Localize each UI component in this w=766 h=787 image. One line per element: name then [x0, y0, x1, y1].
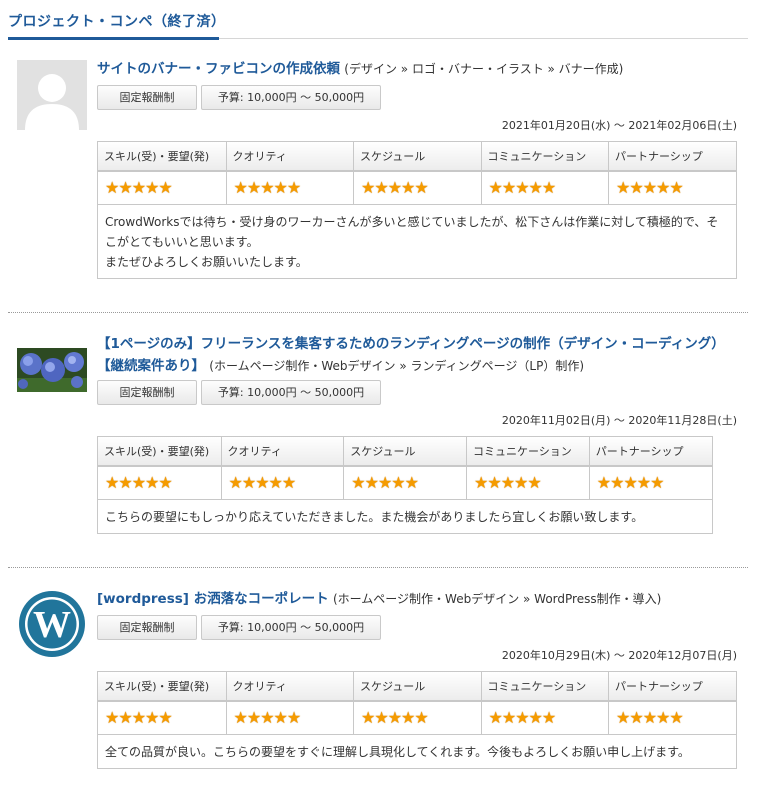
section-title-underline — [8, 37, 219, 40]
project-title-row: 【1ページのみ】フリーランスを集客するためのランディングページの制作（デザイン・… — [97, 333, 742, 377]
rating-stars-communication: ★★★★★ — [488, 177, 557, 197]
default-avatar-icon — [17, 60, 87, 130]
review-comment-text: CrowdWorksでは待ち・受け身のワーカーさんが多いと感じていましたが、松下… — [105, 214, 719, 269]
entry-divider — [8, 312, 748, 313]
rating-stars-skill: ★★★★★ — [105, 472, 173, 492]
budget-badge: 予算: 10,000円 〜 50,000円 — [201, 380, 381, 405]
review-table: スキル(受)・要望(発) クオリティ スケジュール コミュニケーション パートナ… — [97, 671, 737, 769]
project-title-link[interactable]: [wordpress] お洒落なコーポレート — [97, 591, 329, 607]
rating-stars-quality: ★★★★★ — [233, 177, 302, 197]
rating-stars-partnership: ★★★★★ — [616, 707, 684, 727]
project-category: (デザイン » ロゴ・バナー・イラスト » バナー作成) — [344, 62, 624, 76]
rating-stars-partnership: ★★★★★ — [596, 472, 665, 492]
rating-stars-communication: ★★★★★ — [474, 472, 542, 492]
contract-type-badge: 固定報酬制 — [97, 380, 197, 405]
rating-stars-communication: ★★★★★ — [488, 707, 557, 727]
header-partnership: パートナーシップ — [589, 437, 712, 467]
contract-type-badge: 固定報酬制 — [97, 85, 197, 110]
header-communication: コミュニケーション — [481, 142, 609, 172]
review-comment: 全ての品質が良い。こちらの要望をすぐに理解し具現化してくれます。今後もよろしくお… — [98, 735, 736, 768]
review-table: スキル(受)・要望(発) クオリティ スケジュール コミュニケーション パートナ… — [97, 141, 737, 279]
header-schedule: スケジュール — [353, 672, 482, 702]
header-quality: クオリティ — [221, 437, 345, 467]
review-comment-text: こちらの要望にもしっかり応えていただきました。また機会がありましたら宜しくお願い… — [105, 509, 644, 524]
review-table: スキル(受)・要望(発) クオリティ スケジュール コミュニケーション パートナ… — [97, 436, 713, 534]
rating-stars-skill: ★★★★★ — [105, 707, 173, 727]
rating-stars-quality: ★★★★★ — [233, 707, 302, 727]
project-dates: 2021年01月20日(水) 〜 2021年02月06日(土) — [501, 119, 737, 132]
rating-stars-skill: ★★★★★ — [105, 177, 173, 197]
client-avatar[interactable] — [17, 60, 87, 130]
review-comment-text: 全ての品質が良い。こちらの要望をすぐに理解し具現化してくれます。今後もよろしくお… — [105, 744, 690, 759]
review-comment: CrowdWorksでは待ち・受け身のワーカーさんが多いと感じていましたが、松下… — [98, 205, 736, 278]
header-skill: スキル(受)・要望(発) — [98, 142, 227, 172]
rating-stars-partnership: ★★★★★ — [616, 177, 684, 197]
review-comment: こちらの要望にもしっかり応えていただきました。また機会がありましたら宜しくお願い… — [98, 500, 712, 533]
project-dates: 2020年11月02日(月) 〜 2020年11月28日(土) — [501, 414, 737, 427]
header-schedule: スケジュール — [343, 437, 467, 467]
svg-text:W: W — [33, 604, 71, 646]
project-title-row: サイトのバナー・ファビコンの作成依頼 (デザイン » ロゴ・バナー・イラスト »… — [97, 58, 742, 80]
entry-divider — [8, 567, 748, 568]
project-title-link[interactable]: サイトのバナー・ファビコンの作成依頼 — [97, 61, 340, 77]
header-communication: コミュニケーション — [481, 672, 609, 702]
rating-stars-schedule: ★★★★★ — [351, 472, 419, 492]
project-title-row: [wordpress] お洒落なコーポレート (ホームページ制作・Webデザイン… — [97, 588, 742, 610]
budget-badge: 予算: 10,000円 〜 50,000円 — [201, 85, 381, 110]
rating-stars-schedule: ★★★★★ — [361, 177, 429, 197]
project-thumbnail[interactable]: W — [17, 589, 87, 659]
section-header: プロジェクト・コンペ（終了済） — [8, 0, 748, 40]
header-communication: コミュニケーション — [466, 437, 590, 467]
header-schedule: スケジュール — [353, 142, 482, 172]
contract-type-badge: 固定報酬制 — [97, 615, 197, 640]
header-quality: クオリティ — [226, 142, 354, 172]
rating-stars-schedule: ★★★★★ — [361, 707, 429, 727]
header-skill: スキル(受)・要望(発) — [98, 672, 227, 702]
wordpress-logo-icon: W — [19, 591, 85, 657]
header-partnership: パートナーシップ — [608, 142, 736, 172]
section-title: プロジェクト・コンペ（終了済） — [8, 14, 226, 30]
project-category: (ホームページ制作・Webデザイン » ランディングページ（LP）制作) — [209, 359, 585, 373]
header-quality: クオリティ — [226, 672, 354, 702]
project-category: (ホームページ制作・Webデザイン » WordPress制作・導入) — [332, 592, 662, 606]
header-partnership: パートナーシップ — [608, 672, 736, 702]
project-thumbnail[interactable] — [17, 348, 87, 392]
project-dates: 2020年10月29日(木) 〜 2020年12月07日(月) — [501, 649, 737, 662]
header-skill: スキル(受)・要望(発) — [98, 437, 222, 467]
budget-badge: 予算: 10,000円 〜 50,000円 — [201, 615, 381, 640]
hydrangea-photo-icon — [17, 348, 87, 392]
rating-stars-quality: ★★★★★ — [228, 472, 297, 492]
